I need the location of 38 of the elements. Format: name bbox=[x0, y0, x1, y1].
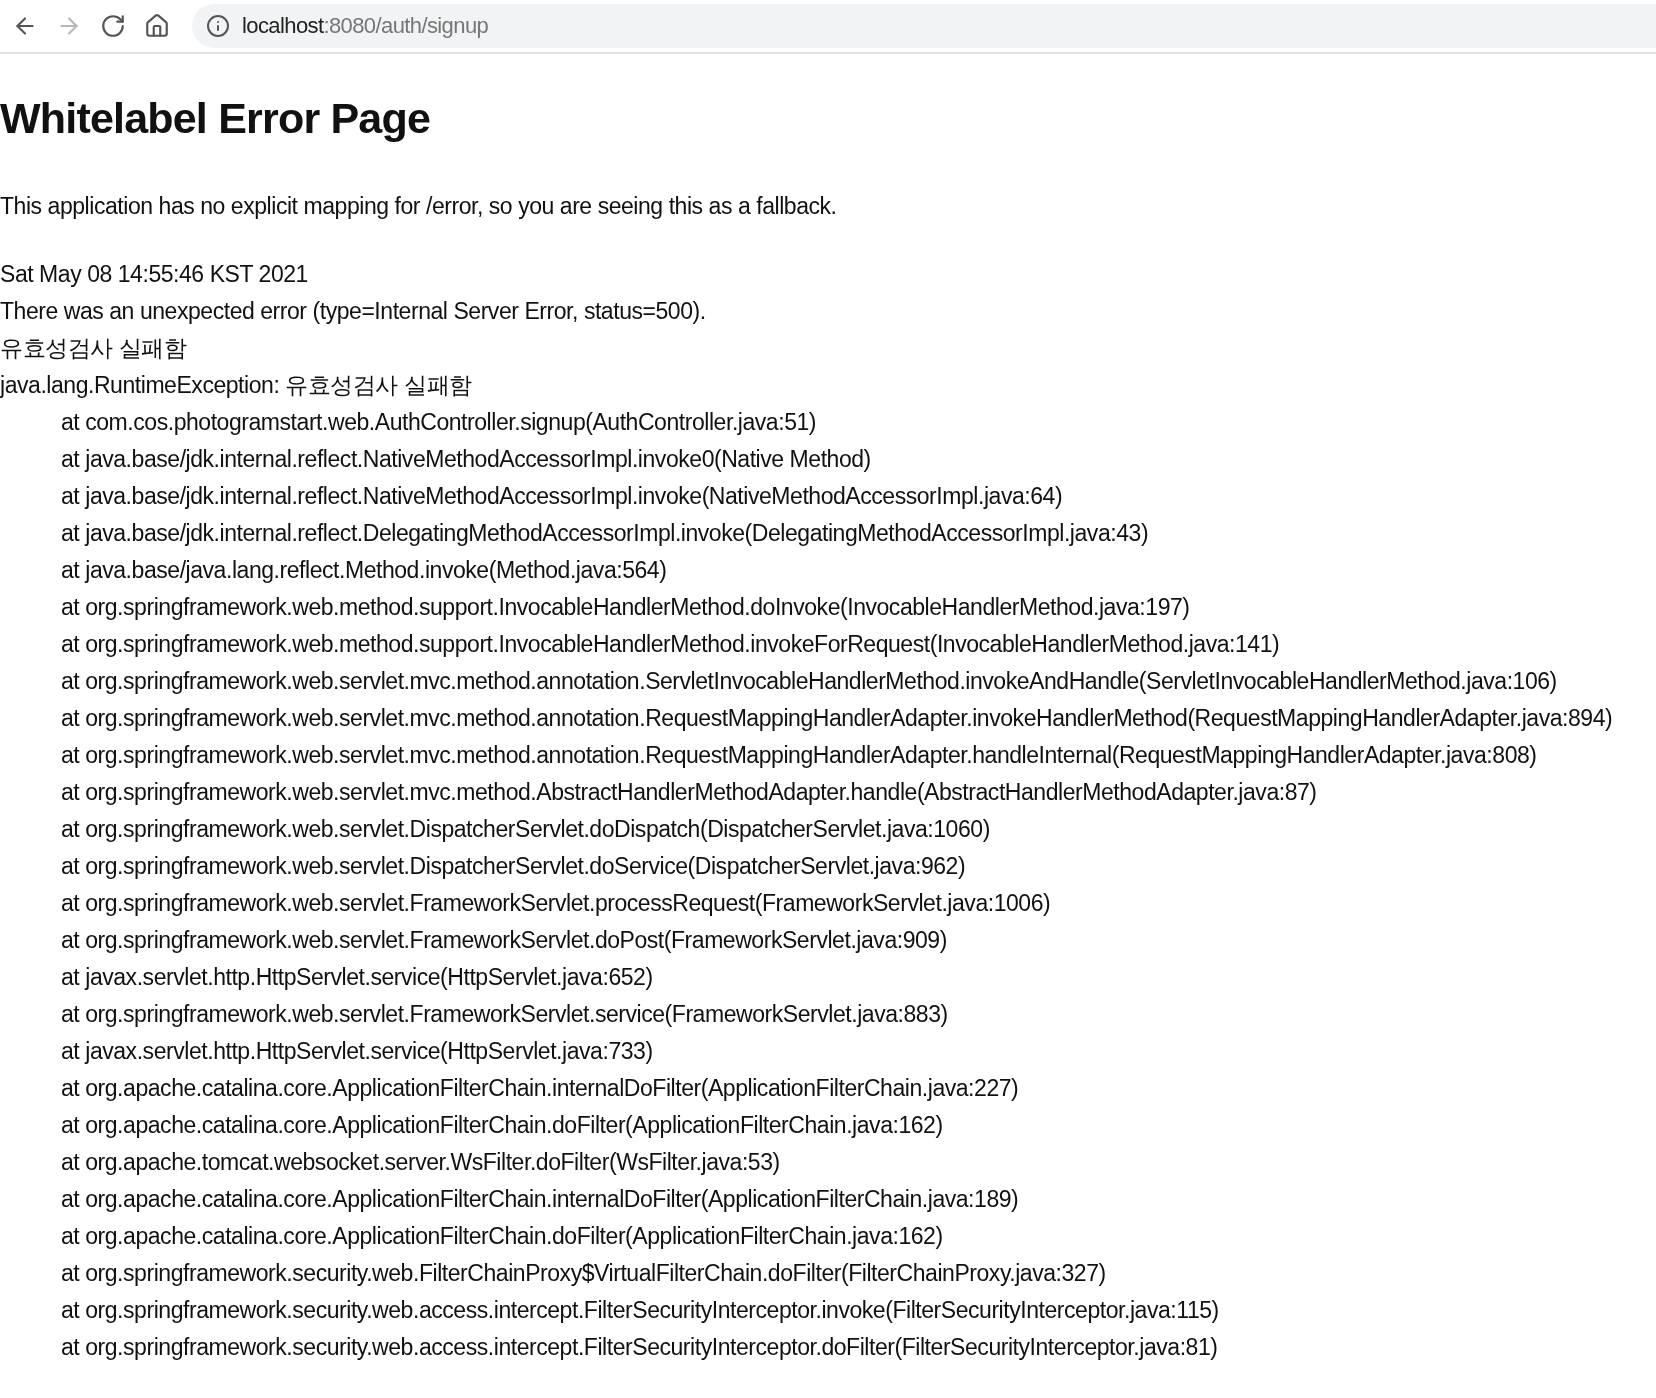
description-text: This application has no explicit mapping for /error, so you are seeing this as a fallback. bbox=[0, 192, 837, 221]
stack-trace-line: at java.base/java.lang.reflect.Method.invoke(Method.java:564) bbox=[61, 556, 667, 585]
stack-trace-line: at org.apache.catalina.core.ApplicationFilterChain.internalDoFilter(ApplicationFilterChain.java:227) bbox=[61, 1074, 1019, 1103]
error-message: 유효성검사 실패함 bbox=[0, 334, 187, 363]
timestamp-text: Sat May 08 14:55:46 KST 2021 bbox=[0, 260, 308, 289]
stack-trace-line: at org.springframework.web.servlet.FrameworkServlet.processRequest(FrameworkServlet.java:1006) bbox=[61, 889, 1051, 918]
stack-trace-line: at javax.servlet.http.HttpServlet.service(HttpServlet.java:733) bbox=[61, 1037, 653, 1066]
stack-trace-line: at org.springframework.web.method.support.InvocableHandlerMethod.doInvoke(InvocableHandlerMethod.java:197) bbox=[61, 593, 1190, 622]
url-path: :8080/auth/signup bbox=[323, 13, 489, 39]
stack-trace-line: at org.springframework.web.servlet.mvc.method.annotation.RequestMappingHandlerAdapter.invokeHandlerMethod(RequestMappingHandlerAdapter.java:894) bbox=[61, 704, 1613, 733]
address-bar[interactable]: localhost:8080/auth/signup bbox=[192, 4, 1656, 48]
stack-trace-line: at com.cos.photogramstart.web.AuthController.signup(AuthController.java:51) bbox=[61, 408, 817, 437]
url-host: localhost bbox=[242, 13, 324, 39]
stack-trace-line: at org.springframework.security.web.access.intercept.FilterSecurityInterceptor.doFilter(FilterSecurityInterceptor.java:81) bbox=[61, 1333, 1218, 1362]
stack-trace-line: at org.springframework.web.method.support.InvocableHandlerMethod.invokeForRequest(InvocableHandlerMethod.java:141) bbox=[61, 630, 1280, 659]
page-title: Whitelabel Error Page bbox=[0, 93, 431, 144]
stack-trace-line: at org.springframework.web.servlet.FrameworkServlet.service(FrameworkServlet.java:883) bbox=[61, 1000, 948, 1029]
stack-trace-line: at org.springframework.web.servlet.FrameworkServlet.doPost(FrameworkServlet.java:909) bbox=[61, 926, 947, 955]
stack-trace-line: at org.apache.catalina.core.ApplicationFilterChain.doFilter(ApplicationFilterChain.java:162) bbox=[61, 1111, 943, 1140]
stack-trace-line: at java.base/jdk.internal.reflect.NativeMethodAccessorImpl.invoke0(Native Method) bbox=[61, 445, 871, 474]
info-icon[interactable] bbox=[206, 14, 230, 38]
stack-trace-line: at org.springframework.web.servlet.mvc.method.annotation.RequestMappingHandlerAdapter.handleInternal(RequestMappingHandlerAdapter.java:808) bbox=[61, 741, 1537, 770]
stack-trace-line: at org.springframework.web.servlet.DispatcherServlet.doDispatch(DispatcherServlet.java:1060) bbox=[61, 815, 990, 844]
stack-trace-line: at org.springframework.web.servlet.mvc.method.annotation.ServletInvocableHandlerMethod.invokeAndHandle(ServletInvocableHandlerMethod.java:106) bbox=[61, 667, 1557, 696]
reload-icon bbox=[100, 13, 126, 39]
stack-trace-line: at javax.servlet.http.HttpServlet.service(HttpServlet.java:652) bbox=[61, 963, 653, 992]
stack-trace-line: at java.base/jdk.internal.reflect.NativeMethodAccessorImpl.invoke(NativeMethodAccessorImpl.java:64) bbox=[61, 482, 1063, 511]
stack-trace-line: at org.springframework.security.web.FilterChainProxy$VirtualFilterChain.doFilter(FilterChainProxy.java:327) bbox=[61, 1259, 1106, 1288]
home-icon bbox=[144, 13, 170, 39]
stack-trace-line: at org.apache.tomcat.websocket.server.WsFilter.doFilter(WsFilter.java:53) bbox=[61, 1148, 780, 1177]
stack-trace-line: at org.apache.catalina.core.ApplicationFilterChain.doFilter(ApplicationFilterChain.java:162) bbox=[61, 1222, 943, 1251]
stack-trace-line: at org.springframework.web.servlet.mvc.method.AbstractHandlerMethodAdapter.handle(AbstractHandlerMethodAdapter.java:87) bbox=[61, 778, 1317, 807]
stack-trace-line: at org.apache.catalina.core.ApplicationFilterChain.internalDoFilter(ApplicationFilterChain.java:189) bbox=[61, 1185, 1019, 1214]
error-text: There was an unexpected error (type=Internal Server Error, status=500). bbox=[0, 297, 706, 326]
stack-trace-line: at java.base/jdk.internal.reflect.DelegatingMethodAccessorImpl.invoke(DelegatingMethodAccessorImpl.java:43) bbox=[61, 519, 1149, 548]
exception-text: java.lang.RuntimeException: 유효성검사 실패함 bbox=[0, 371, 472, 400]
stack-trace-line: at org.springframework.security.web.access.intercept.FilterSecurityInterceptor.invoke(FilterSecurityInterceptor.java:115) bbox=[61, 1296, 1219, 1325]
stack-trace-line: at org.springframework.web.servlet.DispatcherServlet.doService(DispatcherServlet.java:962) bbox=[61, 852, 966, 881]
